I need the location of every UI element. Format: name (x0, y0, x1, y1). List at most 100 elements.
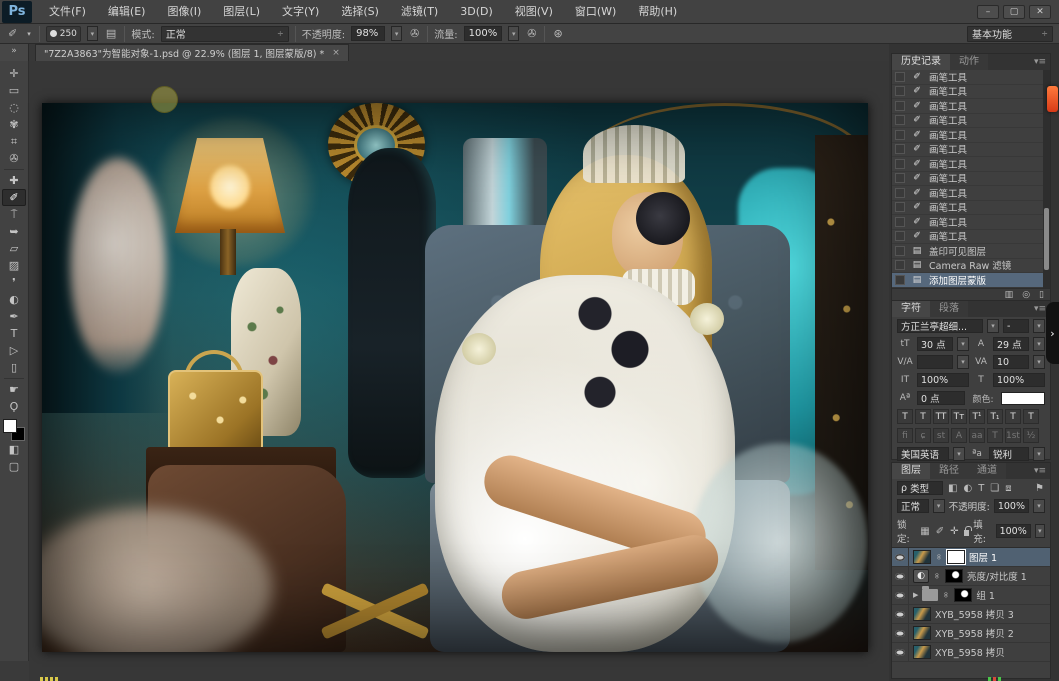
opentype-button[interactable]: ɕ (915, 428, 931, 443)
font-family-caret[interactable]: ▾ (987, 319, 999, 333)
canvas-area[interactable] (29, 61, 889, 681)
layer-blend-mode-select[interactable]: 正常 (897, 499, 929, 513)
move-tool[interactable]: ✛ (2, 65, 26, 82)
history-item[interactable]: 画笔工具 (892, 85, 1050, 100)
menu-item[interactable]: 视图(V) (504, 0, 564, 24)
visibility-toggle[interactable] (892, 567, 909, 586)
blend-mode-select[interactable]: 正常 ÷ (161, 26, 289, 42)
document-tab[interactable]: "7Z2A3863"为智能对象-1.psd @ 22.9% (图层 1, 图层蒙… (35, 44, 349, 61)
clone-stamp-tool[interactable]: ⍑ (2, 206, 26, 223)
toggle-brush-panel-icon[interactable]: ▤ (104, 27, 118, 40)
menu-item[interactable]: 帮助(H) (627, 0, 688, 24)
history-item[interactable]: 画笔工具 (892, 215, 1050, 230)
menu-item[interactable]: 选择(S) (330, 0, 390, 24)
history-item[interactable]: 画笔工具 (892, 157, 1050, 172)
leading-caret[interactable]: ▾ (1033, 337, 1045, 351)
menu-item[interactable]: 文件(F) (38, 0, 97, 24)
opacity-caret[interactable]: ▾ (1033, 499, 1045, 513)
anti-alias-caret[interactable]: ▾ (1033, 447, 1045, 461)
adjustment-layer-icon[interactable]: ◐ (913, 569, 929, 583)
quick-mask-mode-button[interactable]: ◧ (2, 441, 26, 458)
tab-layers[interactable]: 图层 (892, 463, 930, 479)
lock-pixels-icon[interactable]: ✐ (935, 526, 945, 537)
layer-row[interactable]: ▶ ∞ 组 1 (892, 586, 1050, 605)
history-source-checkbox[interactable] (895, 101, 905, 111)
history-item[interactable]: 画笔工具 (892, 201, 1050, 216)
opentype-button[interactable]: 1st (1005, 428, 1021, 443)
menu-item[interactable]: 编辑(E) (97, 0, 157, 24)
menu-item[interactable]: 滤镜(T) (390, 0, 449, 24)
close-button[interactable]: ✕ (1029, 5, 1051, 19)
path-selection-tool[interactable]: ▷ (2, 342, 26, 359)
text-style-button[interactable]: TT (933, 409, 949, 424)
history-source-checkbox[interactable] (895, 275, 905, 285)
history-item[interactable]: 画笔工具 (892, 230, 1050, 245)
type-tool[interactable]: T (2, 325, 26, 342)
language-caret[interactable]: ▾ (953, 447, 965, 461)
tab-history[interactable]: 历史记录 (892, 54, 950, 70)
layer-row[interactable]: XYB_5958 拷贝 (892, 643, 1050, 662)
leading-input[interactable]: 29 点 (993, 337, 1029, 351)
history-item[interactable]: 画笔工具 (892, 99, 1050, 114)
history-source-checkbox[interactable] (895, 72, 905, 82)
language-select[interactable]: 美国英语 (897, 447, 949, 461)
baseline-shift-input[interactable]: 0 点 (917, 391, 965, 405)
history-item[interactable]: 画笔工具 (892, 70, 1050, 85)
pressure-size-icon[interactable]: ⊛ (551, 27, 564, 40)
history-item[interactable]: 画笔工具 (892, 143, 1050, 158)
history-item[interactable]: 画笔工具 (892, 128, 1050, 143)
history-item[interactable]: 画笔工具 (892, 186, 1050, 201)
flow-caret[interactable]: ▾ (508, 26, 519, 41)
dodge-tool[interactable]: ◐ (2, 291, 26, 308)
opentype-button[interactable]: fi (897, 428, 913, 443)
text-style-button[interactable]: Tᴛ (951, 409, 967, 424)
layer-filter-icon[interactable]: ❏ (989, 483, 1000, 494)
panel-menu-icon[interactable]: ▾≡ (1034, 54, 1050, 70)
flow-input[interactable]: 100% (464, 26, 503, 41)
brush-preset-caret[interactable]: ▾ (87, 26, 98, 41)
history-item[interactable]: Camera Raw 滤镜 (892, 259, 1050, 274)
rectangular-marquee-tool[interactable]: ▭ (2, 82, 26, 99)
screen-mode-button[interactable]: ▢ (2, 458, 26, 475)
text-style-button[interactable]: T (1005, 409, 1021, 424)
menu-item[interactable]: 文字(Y) (271, 0, 330, 24)
foreground-color-swatch[interactable] (3, 419, 17, 433)
blur-tool[interactable]: ❜ (2, 274, 26, 291)
opentype-button[interactable]: ½ (1023, 428, 1039, 443)
layer-filter-icon[interactable]: ◐ (962, 483, 973, 494)
lock-position-icon[interactable]: ✛ (949, 526, 959, 537)
font-family-select[interactable]: 方正兰亭超细... (897, 319, 983, 333)
layer-opacity-input[interactable]: 100% (994, 499, 1029, 513)
opentype-button[interactable]: st (933, 428, 949, 443)
history-source-checkbox[interactable] (895, 202, 905, 212)
font-size-caret[interactable]: ▾ (957, 337, 969, 351)
opentype-button[interactable]: aa (969, 428, 985, 443)
tool-preset-caret-icon[interactable]: ▾ (25, 30, 33, 38)
hand-tool[interactable]: ☛ (2, 381, 26, 398)
menu-item[interactable]: 图像(I) (156, 0, 212, 24)
filter-kind-select[interactable]: ρ 类型 (897, 481, 943, 495)
mask-link-icon[interactable]: ∞ (933, 572, 942, 580)
layer-thumbnail[interactable] (913, 645, 931, 659)
layer-row[interactable]: ◐ ∞ 亮度/对比度 1 (892, 567, 1050, 586)
brush-preset-picker[interactable]: 250 (46, 26, 81, 42)
brush-tool-icon[interactable]: ✐ (6, 27, 19, 40)
opentype-button[interactable]: A (951, 428, 967, 443)
visibility-toggle[interactable] (892, 605, 909, 624)
history-source-checkbox[interactable] (895, 231, 905, 241)
font-size-input[interactable]: 30 点 (917, 337, 953, 351)
layer-thumbnail[interactable] (913, 550, 931, 564)
layer-filter-icon[interactable]: ◧ (947, 483, 958, 494)
photoshop-logo[interactable]: Ps (2, 1, 32, 23)
tab-paragraph[interactable]: 段落 (930, 301, 968, 317)
visibility-toggle[interactable] (892, 586, 909, 605)
menu-item[interactable]: 窗口(W) (564, 0, 627, 24)
opacity-input[interactable]: 98% (351, 26, 385, 41)
text-style-button[interactable]: T (915, 409, 931, 424)
font-style-caret[interactable]: ▾ (1033, 319, 1045, 333)
new-document-from-state-icon[interactable]: ▥ (1005, 290, 1014, 300)
new-snapshot-icon[interactable]: ◎ (1022, 290, 1030, 300)
kerning-caret[interactable]: ▾ (957, 355, 969, 369)
brush-tool[interactable]: ✐ (2, 189, 26, 206)
history-source-checkbox[interactable] (895, 260, 905, 270)
